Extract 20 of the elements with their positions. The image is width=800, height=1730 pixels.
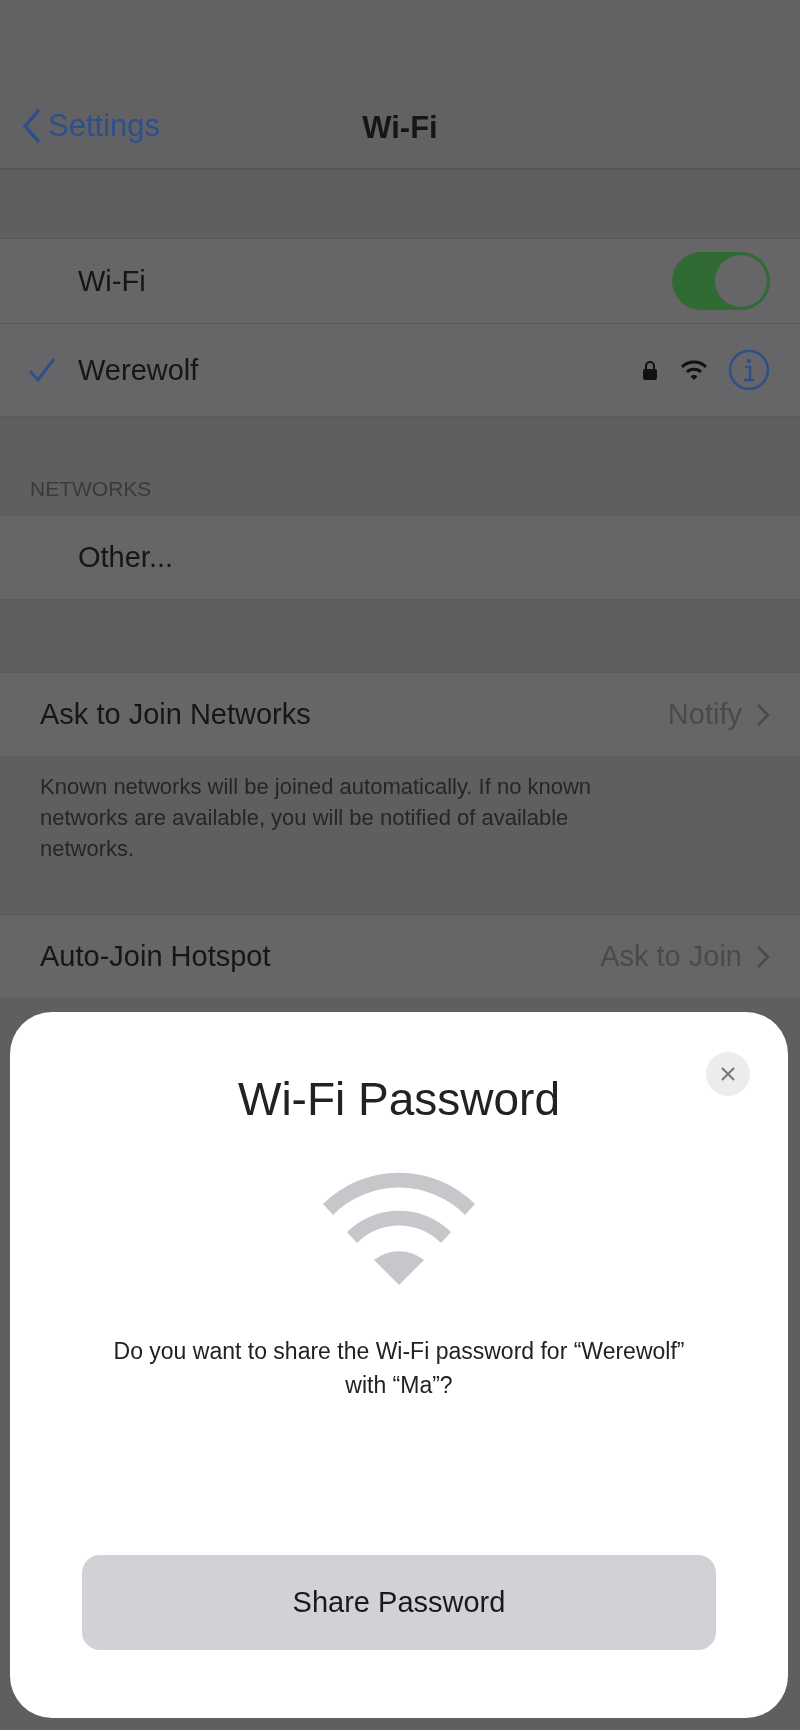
network-name: Werewolf bbox=[78, 353, 200, 387]
row-label: Wi-Fi bbox=[78, 264, 147, 298]
network-row[interactable]: Other... bbox=[0, 516, 800, 599]
wifi-toggle[interactable] bbox=[672, 252, 770, 310]
sheet-title: Wi-Fi Password bbox=[238, 1072, 560, 1126]
share-message: Do you want to share the Wi-Fi password for “Werewolf” with “Ma”? bbox=[112, 1337, 686, 1400]
page-title: Wi-Fi bbox=[362, 109, 438, 147]
wifi-icon bbox=[680, 360, 708, 380]
row-label: Ask to Join Networks bbox=[40, 698, 312, 731]
footer-note: Known networks will be joined automatically. If no known networks are available, you will be notified of available networks. bbox=[39, 773, 593, 863]
network-row[interactable]: Werewolf bbox=[0, 323, 800, 416]
close-button[interactable] bbox=[706, 1052, 750, 1096]
info-icon[interactable] bbox=[728, 349, 770, 391]
back-chevron-icon bbox=[22, 108, 42, 144]
row-label: Auto-Join Hotspot bbox=[40, 940, 272, 973]
chevron-icon bbox=[756, 702, 770, 727]
close-icon bbox=[720, 1066, 736, 1082]
share-password-button[interactable]: Share Password bbox=[82, 1555, 716, 1650]
chevron-icon bbox=[756, 944, 770, 969]
network-name: Other... bbox=[78, 541, 175, 574]
